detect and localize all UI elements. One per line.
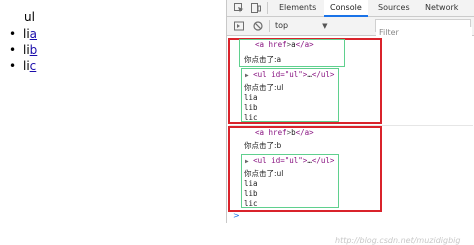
log-child: lia [244,179,258,188]
list-item: lib [9,42,37,58]
expand-triangle-icon[interactable]: ▶ [245,158,249,165]
anchor-element[interactable]: <a href>b</a> [255,128,314,137]
inspect-element-icon[interactable] [232,1,246,15]
list-item: lic [9,58,37,74]
ul-summary[interactable]: ▶ <ul id="ul">…</ul> [245,70,334,79]
console-message: 你点击了:b [244,141,282,150]
filter-field[interactable] [375,19,472,38]
console-output: <a href>a</a> 你点击了:a ▶ <ul id="ul">…</ul… [227,36,474,245]
tab-network[interactable]: Network [419,0,464,16]
context-select[interactable]: top ▼ [275,20,328,32]
log-child: lia [244,93,258,102]
expand-triangle-icon[interactable]: ▶ [245,72,249,79]
log-child: lib [244,103,258,112]
link-b[interactable]: b [30,43,38,57]
devtools-panel: Elements Console Sources Network top▼ <a… [226,0,474,245]
clear-console-icon[interactable] [251,19,265,33]
link-a[interactable]: a [30,27,37,41]
log-child: lib [244,189,258,198]
page-heading: ul [24,10,35,24]
list-item: lia [9,26,37,42]
console-toolbar: top ▼ [227,17,474,38]
toolbar-separator [269,20,270,32]
show-sidebar-icon[interactable] [232,19,246,33]
devtools-tabbar: Elements Console Sources Network [227,0,474,17]
tab-sources[interactable]: Sources [372,0,416,16]
page-list: lia lib lic [9,26,37,74]
tab-elements[interactable]: Elements [273,0,322,16]
link-c[interactable]: c [30,59,37,73]
device-toolbar-icon[interactable] [249,1,263,15]
console-message: 你点击了:a [244,55,282,64]
ul-summary[interactable]: ▶ <ul id="ul">…</ul> [245,156,334,165]
watermark-text: http://blog.csdn.net/muzidigbig [335,236,461,245]
log-child: lic [244,113,258,122]
anchor-element[interactable]: <a href>a</a> [255,40,314,49]
chevron-down-icon: ▼ [322,22,328,30]
tab-separator [267,2,268,14]
log-title: 你点击了:ul [244,169,284,178]
log-child: lic [244,199,258,208]
console-prompt[interactable]: > [233,211,240,220]
page-preview: ul lia lib lic [0,0,226,223]
tab-console[interactable]: Console [324,0,368,17]
log-title: 你点击了:ul [244,83,284,92]
